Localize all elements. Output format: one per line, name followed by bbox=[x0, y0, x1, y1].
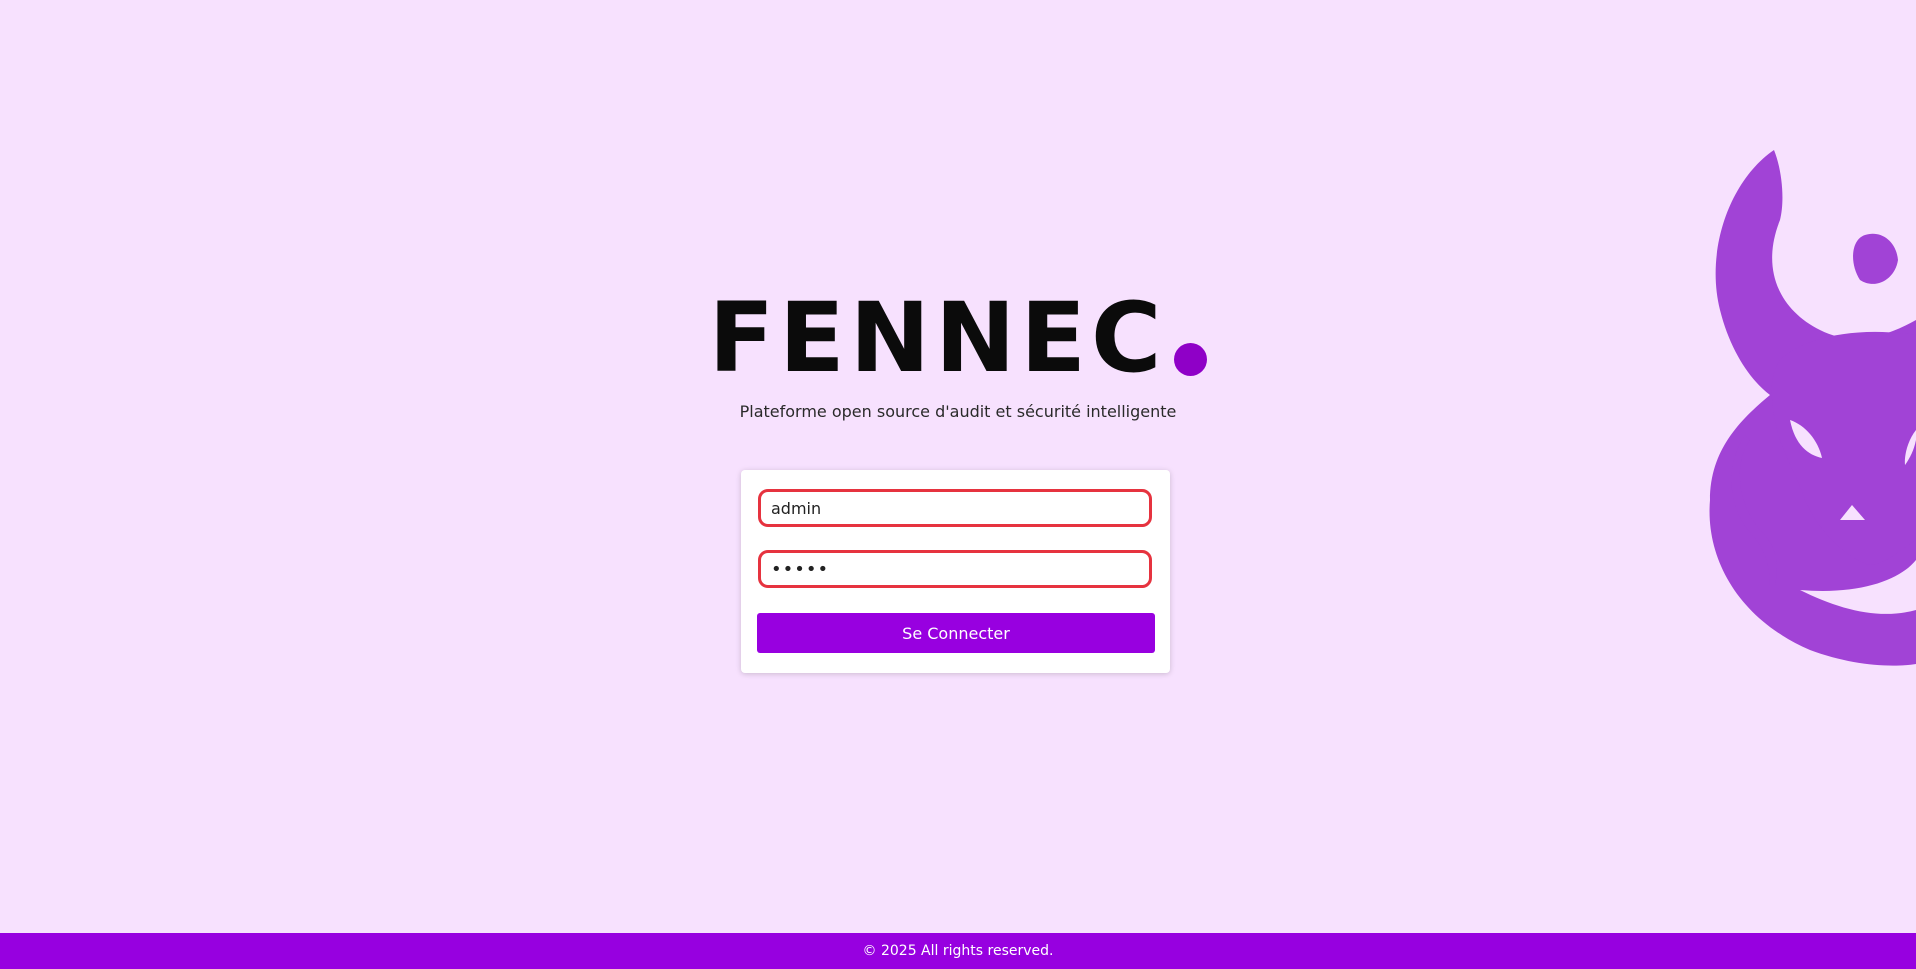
login-button[interactable]: Se Connecter bbox=[757, 613, 1155, 653]
logo-dot-icon bbox=[1174, 343, 1208, 376]
logo-text: FENNEC bbox=[708, 282, 1167, 394]
username-input[interactable] bbox=[758, 489, 1152, 527]
login-form: Se Connecter bbox=[741, 470, 1170, 673]
brand-header: FENNEC Plateforme open source d'audit et… bbox=[0, 290, 1916, 421]
copyright-text: © 2025 All rights reserved. bbox=[862, 943, 1054, 959]
fennec-logo: FENNEC bbox=[709, 290, 1208, 386]
password-input[interactable] bbox=[758, 550, 1152, 588]
tagline: Plateforme open source d'audit et sécuri… bbox=[739, 402, 1177, 421]
footer: © 2025 All rights reserved. bbox=[0, 933, 1916, 969]
